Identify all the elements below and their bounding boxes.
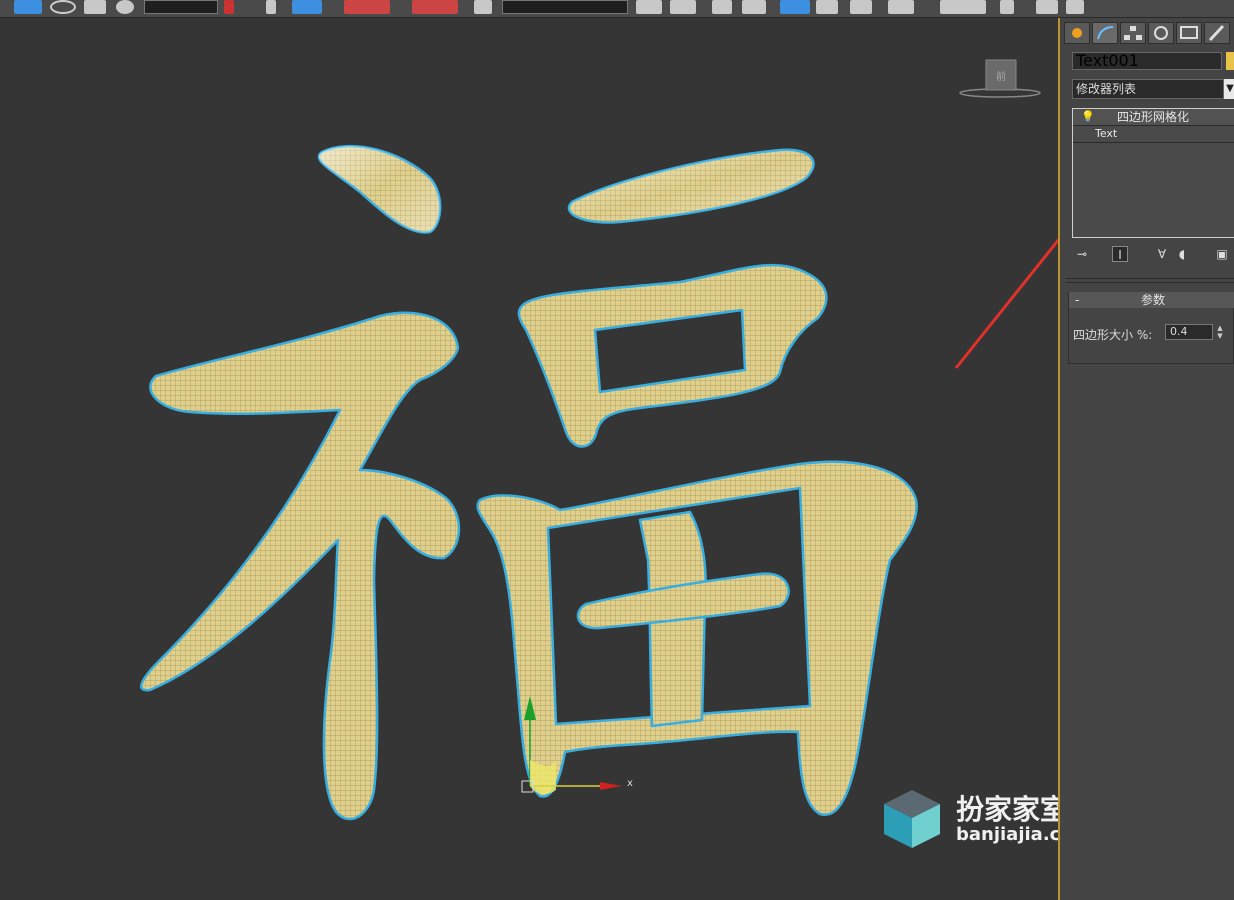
- quad-size-label: 四边形大小 %:: [1073, 328, 1153, 342]
- stack-toolbar: ⊸ I ∀ ◖ ▣: [1072, 246, 1234, 266]
- perspective-viewport[interactable]: x 前 扮家家室内设计 banjiajia.com: [0, 18, 1058, 900]
- toolbar-field-2[interactable]: [502, 0, 628, 14]
- object-name-field[interactable]: Text001: [1072, 52, 1222, 70]
- teapot-icon[interactable]: [850, 0, 872, 14]
- gizmo-axis-x-label: x: [627, 778, 633, 789]
- tab-hierarchy[interactable]: [1120, 22, 1146, 44]
- schematic-icon[interactable]: [670, 0, 696, 14]
- stack-item-label: 四边形网格化: [1117, 110, 1190, 124]
- maximize-icon[interactable]: [1000, 0, 1014, 14]
- environment-icon[interactable]: [888, 0, 914, 14]
- orbit-icon[interactable]: [1036, 0, 1058, 14]
- annotation-arrow: [954, 238, 1058, 369]
- stack-item-text[interactable]: Text: [1073, 126, 1234, 142]
- command-panel: Text001 修改器列表 ▼ 💡 四边形网格化 Text ⊸ I ∀ ◖ ▣ …: [1060, 18, 1234, 900]
- parameters-rollout: - 参数 四边形大小 %: 0.4 ▲ ▼: [1068, 292, 1234, 364]
- remove-modifier-icon[interactable]: ◖: [1174, 246, 1190, 262]
- tab-modify[interactable]: [1092, 22, 1118, 44]
- viewport-icon[interactable]: [940, 0, 986, 14]
- rollout-header[interactable]: - 参数: [1069, 292, 1234, 308]
- cube-logo-icon: [884, 790, 940, 848]
- main-toolbar: [0, 0, 1234, 18]
- rotate-icon[interactable]: [412, 0, 458, 14]
- sphere-icon[interactable]: [116, 0, 134, 14]
- toolbar-field-1[interactable]: [144, 0, 218, 14]
- render-icon[interactable]: [816, 0, 838, 14]
- collapse-icon[interactable]: -: [1075, 292, 1079, 308]
- lightbulb-icon[interactable]: 💡: [1081, 109, 1095, 125]
- watermark: 扮家家室内设计 banjiajia.com: [880, 778, 1058, 858]
- object-color-swatch[interactable]: [1226, 52, 1234, 70]
- mirror-icon[interactable]: [224, 0, 234, 14]
- pin-stack-icon[interactable]: ⊸: [1074, 246, 1090, 262]
- stroke-box-top: [517, 263, 828, 448]
- snap-icon[interactable]: [84, 0, 106, 14]
- rollout-title: 参数: [1141, 293, 1166, 307]
- watermark-url: banjiajia.com: [956, 824, 1058, 845]
- layer-icon[interactable]: [292, 0, 322, 14]
- tab-create[interactable]: [1064, 22, 1090, 44]
- text-abc-icon[interactable]: [474, 0, 492, 14]
- stack-item-label: Text: [1095, 127, 1118, 140]
- material-icon[interactable]: [712, 0, 732, 14]
- modifier-stack[interactable]: 💡 四边形网格化 Text: [1072, 108, 1234, 238]
- curve-icon[interactable]: [636, 0, 662, 14]
- viewcube-label: 前: [996, 70, 1006, 83]
- spinner-arrows-icon[interactable]: ▲ ▼: [1215, 324, 1225, 340]
- show-end-result-icon[interactable]: I: [1112, 246, 1128, 262]
- viewcube[interactable]: 前: [959, 59, 1041, 98]
- render-frame-icon[interactable]: [780, 0, 810, 14]
- circle-icon[interactable]: [50, 0, 76, 14]
- stroke-radical-left: [140, 311, 461, 821]
- configure-sets-icon[interactable]: ▣: [1214, 246, 1230, 262]
- stack-item-quadify[interactable]: 💡 四边形网格化: [1073, 109, 1234, 125]
- modifier-list-dropdown[interactable]: 修改器列表: [1072, 79, 1224, 99]
- render-setup-icon[interactable]: [742, 0, 766, 14]
- align-icon[interactable]: [266, 0, 276, 14]
- move-icon[interactable]: [344, 0, 390, 14]
- tab-motion[interactable]: [1148, 22, 1174, 44]
- watermark-brand: 扮家家室内设计: [956, 793, 1058, 826]
- select-icon[interactable]: [14, 0, 42, 14]
- tab-utilities[interactable]: [1204, 22, 1230, 44]
- pan-icon[interactable]: [1066, 0, 1084, 14]
- chevron-down-icon[interactable]: ▼: [1224, 79, 1234, 99]
- tab-display[interactable]: [1176, 22, 1202, 44]
- make-unique-icon[interactable]: ∀: [1154, 246, 1170, 262]
- fu-text-mesh[interactable]: x 前: [0, 18, 1058, 900]
- quad-size-input[interactable]: 0.4: [1165, 324, 1213, 340]
